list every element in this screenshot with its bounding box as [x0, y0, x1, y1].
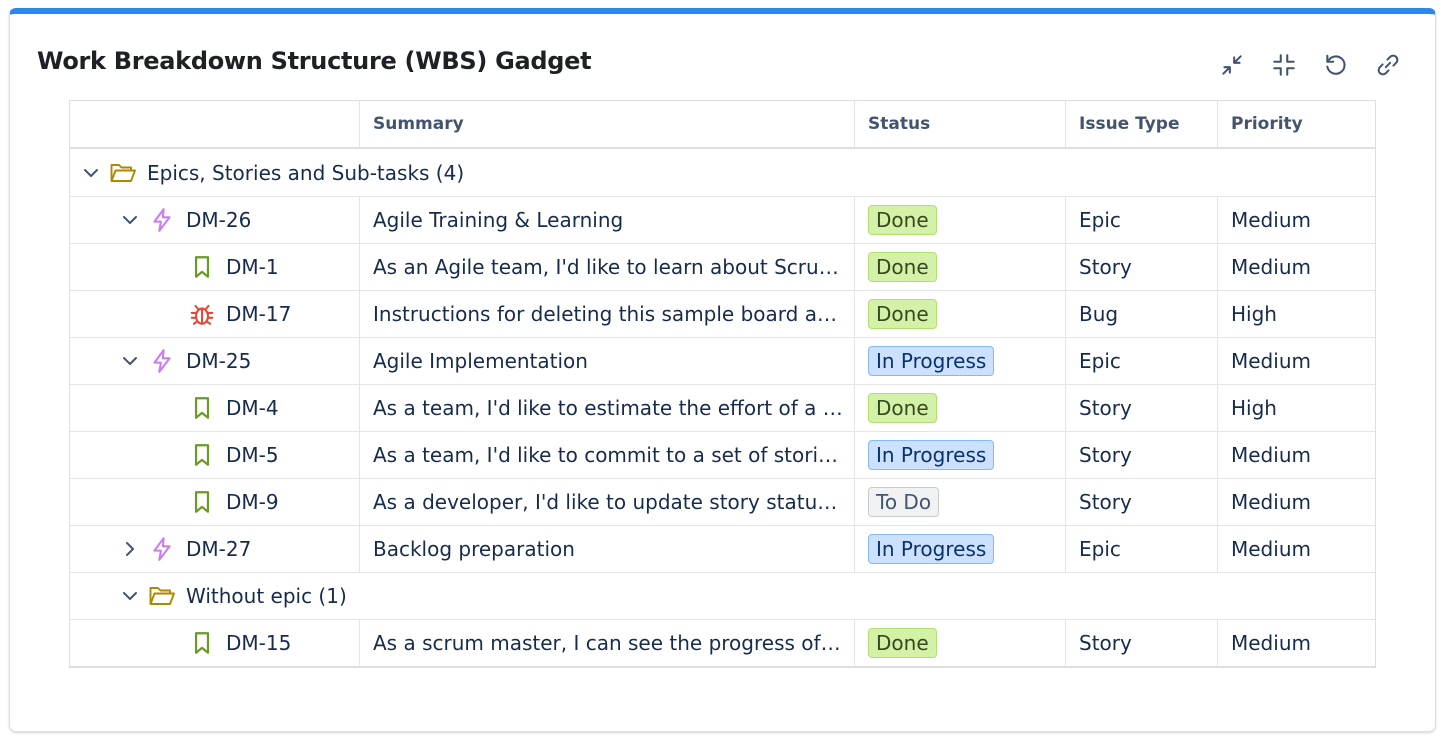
issue-priority: Medium — [1231, 631, 1311, 655]
col-header-summary[interactable]: Summary — [360, 101, 855, 147]
issue-type: Epic — [1066, 197, 1218, 243]
chevron-down-icon[interactable] — [119, 209, 141, 231]
issue-type: Epic — [1066, 338, 1218, 384]
table-row[interactable]: DM-27 Backlog preparation In Progress Ep… — [70, 525, 1375, 572]
status-badge: In Progress — [868, 346, 995, 376]
table-row[interactable]: DM-26 Agile Training & Learning Done Epi… — [70, 196, 1375, 243]
table-row[interactable]: DM-1 As an Agile team, I'd like to learn… — [70, 243, 1375, 290]
issue-summary: As a scrum master, I can see the progres… — [373, 631, 843, 655]
issue-summary: Backlog preparation — [373, 537, 575, 561]
refresh-icon — [1326, 54, 1346, 75]
status-badge: Done — [868, 205, 937, 235]
issue-summary: Agile Implementation — [373, 349, 588, 373]
issue-type: Bug — [1066, 291, 1218, 337]
table-row[interactable]: DM-4 As a team, I'd like to estimate the… — [70, 384, 1375, 431]
col-header-key[interactable] — [70, 101, 360, 147]
col-header-priority[interactable]: Priority — [1218, 101, 1375, 147]
issue-type: Story — [1066, 385, 1218, 431]
gadget-toolbar — [1215, 48, 1405, 82]
issue-type: Story — [1066, 620, 1218, 666]
col-header-issue-type[interactable]: Issue Type — [1066, 101, 1218, 147]
epic-icon — [148, 347, 176, 375]
issue-summary: As a team, I'd like to commit to a set o… — [373, 443, 843, 467]
issue-key-link[interactable]: DM-15 — [226, 631, 291, 655]
issue-summary: Instructions for deleting this sample bo… — [373, 302, 843, 326]
issue-key-link[interactable]: DM-1 — [226, 255, 279, 279]
story-icon — [188, 394, 216, 422]
issue-key-link[interactable]: DM-9 — [226, 490, 279, 514]
chevron-down-icon[interactable] — [80, 162, 102, 184]
link-icon — [1377, 54, 1399, 76]
status-badge: In Progress — [868, 534, 995, 564]
issue-summary: As an Agile team, I'd like to learn abou… — [373, 255, 843, 279]
bug-icon — [188, 300, 216, 328]
status-badge: In Progress — [868, 440, 995, 470]
table-row[interactable]: DM-9 As a developer, I'd like to update … — [70, 478, 1375, 525]
refresh-button[interactable] — [1319, 48, 1353, 82]
issue-type: Story — [1066, 432, 1218, 478]
issue-priority: Medium — [1231, 443, 1311, 467]
issue-key-link[interactable]: DM-26 — [186, 208, 251, 232]
issue-key-link[interactable]: DM-5 — [226, 443, 279, 467]
issue-type: Epic — [1066, 526, 1218, 572]
gadget-title: Work Breakdown Structure (WBS) Gadget — [37, 47, 592, 75]
folder-icon — [109, 159, 137, 187]
issue-priority: Medium — [1231, 537, 1311, 561]
issue-key-link[interactable]: DM-27 — [186, 537, 251, 561]
issue-key-link[interactable]: DM-4 — [226, 396, 279, 420]
copy-link-button[interactable] — [1371, 48, 1405, 82]
table-row[interactable]: DM-15 As a scrum master, I can see the p… — [70, 619, 1375, 666]
issue-priority: High — [1231, 396, 1277, 420]
chevron-right-icon[interactable] — [119, 538, 141, 560]
table-header: Summary Status Issue Type Priority — [70, 101, 1375, 149]
wbs-gadget-card: Work Breakdown Structure (WBS) Gadget Su… — [9, 8, 1436, 732]
col-header-status[interactable]: Status — [855, 101, 1066, 147]
status-badge: Done — [868, 393, 937, 423]
story-icon — [188, 441, 216, 469]
epic-icon — [148, 535, 176, 563]
status-badge: Done — [868, 252, 937, 282]
issue-priority: High — [1231, 302, 1277, 326]
chevron-down-icon[interactable] — [119, 585, 141, 607]
minimize-button[interactable] — [1215, 48, 1249, 82]
wbs-table: Summary Status Issue Type Priority Epics… — [69, 100, 1376, 668]
chevron-down-icon[interactable] — [119, 350, 141, 372]
issue-priority: Medium — [1231, 490, 1311, 514]
story-icon — [188, 629, 216, 657]
group-row-without-epic: Without epic (1) — [70, 572, 1375, 619]
issue-summary: As a team, I'd like to estimate the effo… — [373, 396, 843, 420]
epic-icon — [148, 206, 176, 234]
issue-summary: Agile Training & Learning — [373, 208, 624, 232]
issue-summary: As a developer, I'd like to update story… — [373, 490, 843, 514]
issue-key-link[interactable]: DM-25 — [186, 349, 251, 373]
status-badge: Done — [868, 299, 937, 329]
issue-key-link[interactable]: DM-17 — [226, 302, 291, 326]
table-row[interactable]: DM-17 Instructions for deleting this sam… — [70, 290, 1375, 337]
issue-type: Story — [1066, 479, 1218, 525]
issue-priority: Medium — [1231, 208, 1311, 232]
status-badge: To Do — [868, 487, 940, 517]
folder-icon — [148, 582, 176, 610]
minimize-icon — [1222, 55, 1242, 75]
issue-type: Story — [1066, 244, 1218, 290]
table-row[interactable]: DM-25 Agile Implementation In Progress E… — [70, 337, 1375, 384]
group-label: Epics, Stories and Sub-tasks (4) — [147, 160, 465, 185]
collapse-icon — [1273, 54, 1295, 76]
table-row[interactable]: DM-5 As a team, I'd like to commit to a … — [70, 431, 1375, 478]
story-icon — [188, 253, 216, 281]
status-badge: Done — [868, 628, 937, 658]
issue-priority: Medium — [1231, 255, 1311, 279]
story-icon — [188, 488, 216, 516]
issue-priority: Medium — [1231, 349, 1311, 373]
collapse-button[interactable] — [1267, 48, 1301, 82]
group-label: Without epic (1) — [186, 584, 347, 608]
group-row-epics: Epics, Stories and Sub-tasks (4) — [70, 149, 1375, 196]
